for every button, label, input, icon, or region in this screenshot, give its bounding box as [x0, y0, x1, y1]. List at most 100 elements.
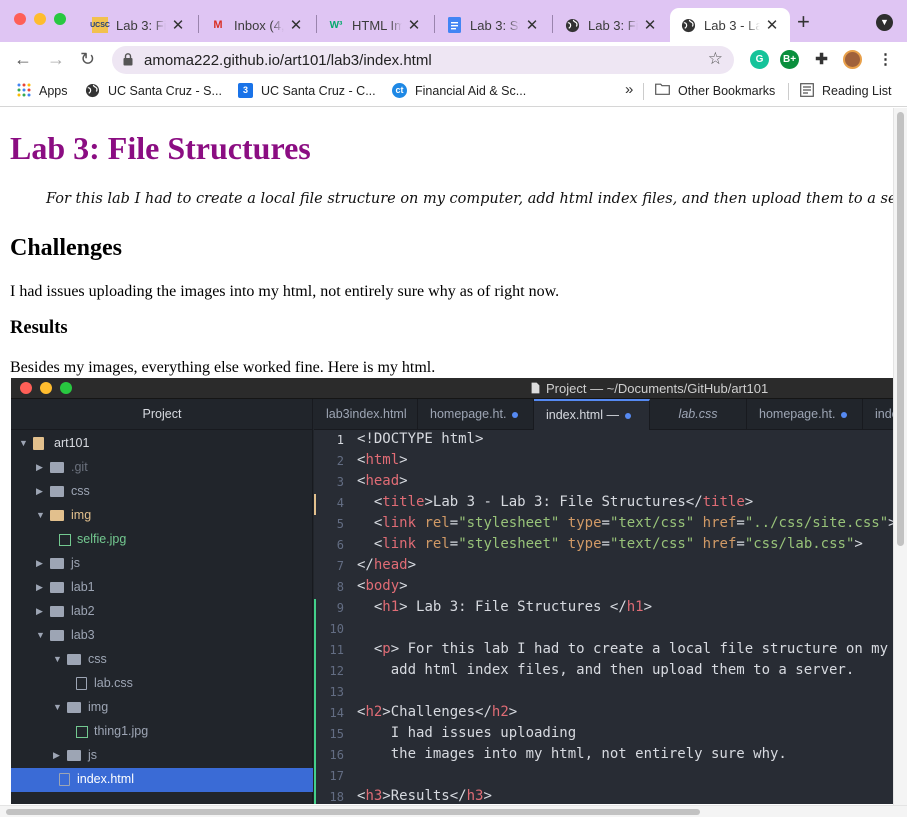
tab-title: Lab 3: File Structures	[116, 17, 166, 33]
tree-item-label: css	[71, 484, 90, 498]
other-bookmarks[interactable]: Other Bookmarks	[655, 83, 775, 98]
editor-tab-label: homepage.ht.	[430, 407, 507, 421]
line-number: 3	[336, 475, 344, 489]
bplus-icon[interactable]: B+	[780, 50, 799, 69]
browser-tab-4[interactable]: Lab 3: Structures ✕	[436, 8, 550, 42]
line-number: 15	[329, 727, 344, 741]
forward-arrow-icon[interactable]: →	[47, 49, 65, 69]
gmail-icon: M	[213, 19, 223, 31]
image-file-icon	[76, 726, 88, 738]
address-bar[interactable]: amoma222.github.io/art101/lab3/index.htm…	[112, 46, 734, 74]
close-tab-icon[interactable]: ✕	[764, 16, 780, 34]
bookmark-apps[interactable]: Apps	[16, 83, 68, 98]
close-tab-icon[interactable]: ✕	[288, 16, 304, 34]
bookmark-label: Apps	[39, 83, 68, 98]
line-number: 11	[329, 643, 344, 657]
close-tab-icon[interactable]: ✕	[524, 16, 540, 34]
project-tree: Project ▼ art101 ▶ .git ▶ css ▼ img selfie.jpg ▶ j…	[11, 399, 313, 804]
code-line: <link rel="stylesheet" type="text/css" h…	[373, 515, 893, 531]
reading-list[interactable]: Reading List	[799, 83, 892, 98]
folder-icon	[50, 630, 64, 641]
lock-icon	[123, 53, 133, 66]
browser-tab-6-active[interactable]: Lab 3 - Lab 3: File Structures ✕	[670, 8, 790, 42]
back-arrow-icon[interactable]: ←	[14, 49, 32, 69]
line-number: 5	[336, 517, 344, 531]
tree-item-label: lab1	[71, 580, 95, 594]
browser-tab-3[interactable]: W³ HTML Images ✕	[318, 8, 432, 42]
maximize-window-button[interactable]	[54, 13, 66, 25]
tree-item-label: lab2	[71, 604, 95, 618]
close-tab-icon[interactable]: ✕	[170, 16, 186, 34]
line-number: 17	[329, 769, 344, 783]
bookmark-ucsc-2[interactable]: 3 UC Santa Cruz - C...	[238, 83, 376, 98]
folder-icon	[655, 83, 670, 98]
tree-item: ▶ css	[11, 480, 313, 504]
editor-tab-active: index.html —	[534, 399, 650, 430]
folder-icon	[50, 462, 64, 473]
url-text[interactable]: amoma222.github.io/art101/lab3/index.htm…	[144, 52, 432, 69]
minimize-window-button[interactable]	[34, 13, 46, 25]
grammarly-icon[interactable]: G	[750, 50, 769, 69]
chevron-right-icon: ▶	[36, 606, 43, 616]
chevron-down-icon: ▼	[53, 702, 62, 712]
code-line: <p> For this lab I had to create a local…	[373, 641, 889, 657]
tree-item: ▶ js	[11, 744, 313, 768]
close-tab-icon[interactable]: ✕	[642, 16, 658, 34]
bookmarks-divider	[788, 83, 789, 100]
line-number: 18	[329, 790, 344, 804]
folder-icon	[67, 702, 81, 713]
tree-item: ▼ lab3	[11, 624, 313, 648]
code-line: <h3>Results</h3>	[357, 788, 492, 804]
chevron-down-icon: ▼	[53, 654, 62, 664]
vertical-scroll-thumb[interactable]	[897, 112, 904, 546]
puzzle-icon[interactable]: ✚	[812, 50, 831, 69]
tab-search-chevron-icon[interactable]: ▼	[876, 14, 893, 31]
modified-dot-icon	[624, 412, 631, 419]
bookmark-ucsc-1[interactable]: UC Santa Cruz - S...	[85, 83, 222, 98]
tree-item-label: js	[88, 748, 98, 762]
code-editor: 1 2 3 4 5 6 7 8 9 10 11 12 13 14 15 16 17 18 <!DOCTYPE ht…	[314, 430, 893, 804]
modified-dot-icon	[512, 411, 519, 418]
folder-icon	[50, 486, 64, 497]
bookmarks-bar: Apps UC Santa Cruz - S... 3 UC Santa Cru…	[0, 77, 907, 107]
line-number: 4	[336, 496, 344, 510]
browser-tab-5[interactable]: Lab 3: File Structures ✕	[554, 8, 668, 42]
editor-tab-label: index.html —	[546, 408, 619, 422]
close-tab-icon[interactable]: ✕	[406, 16, 422, 34]
bookmark-label: Other Bookmarks	[678, 83, 776, 98]
tree-item-label: index.html	[77, 772, 134, 786]
image-file-icon	[59, 534, 71, 546]
atom-maximize-dot	[60, 382, 72, 394]
browser-tab-1[interactable]: UCSC Lab 3: File Structures ✕	[82, 8, 196, 42]
profile-avatar[interactable]	[843, 50, 862, 69]
vertical-scrollbar[interactable]	[893, 108, 907, 805]
bookmarks-overflow-icon[interactable]: »	[625, 81, 633, 98]
horizontal-scroll-thumb[interactable]	[6, 809, 700, 815]
close-window-button[interactable]	[14, 13, 26, 25]
code-line: <link rel="stylesheet" type="text/css" h…	[373, 536, 863, 552]
tab-title: Lab 3: File Structures	[588, 17, 638, 33]
folder-icon	[50, 558, 64, 569]
horizontal-scrollbar[interactable]	[0, 805, 907, 817]
new-tab-icon[interactable]: +	[797, 11, 810, 33]
line-number: 7	[336, 559, 344, 573]
atom-close-dot	[20, 382, 32, 394]
chevron-right-icon: ▶	[53, 750, 60, 760]
line-number: 16	[329, 748, 344, 762]
kebab-menu-icon[interactable]: ⋮	[876, 50, 895, 69]
line-number: 8	[336, 580, 344, 594]
bookmark-financial-aid[interactable]: ct Financial Aid & Sc...	[392, 83, 526, 98]
tree-item-label: img	[88, 700, 109, 714]
line-number: 9	[336, 601, 344, 615]
bookmark-star-icon[interactable]: ☆	[708, 49, 723, 69]
reload-icon[interactable]: ↻	[80, 49, 95, 69]
tree-item: ▼ css	[11, 648, 313, 672]
tree-item-label: css	[88, 652, 107, 666]
calendar-icon: 3	[238, 83, 253, 98]
browser-tab-2[interactable]: M Inbox (4,302) ✕	[200, 8, 314, 42]
repo-icon	[33, 437, 44, 450]
folder-icon	[50, 510, 64, 521]
finaid-icon: ct	[392, 83, 407, 98]
chevron-right-icon: ▶	[36, 558, 43, 568]
tab-strip: UCSC Lab 3: File Structures ✕ M Inbox (4…	[0, 0, 907, 42]
